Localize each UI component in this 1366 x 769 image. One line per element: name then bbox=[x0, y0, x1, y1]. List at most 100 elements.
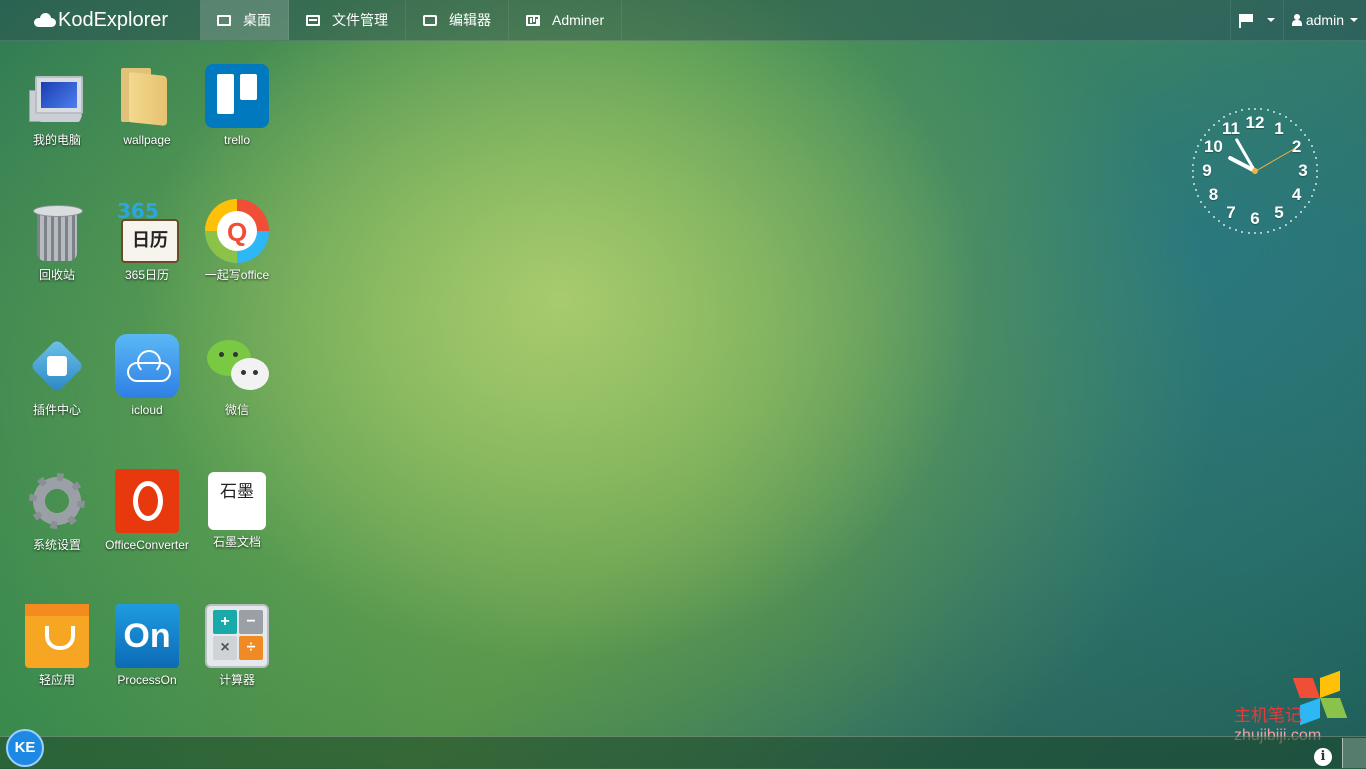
clock-widget[interactable]: 12 1 2 3 4 5 6 7 8 9 10 11 bbox=[1190, 104, 1320, 234]
clock-center bbox=[1252, 168, 1258, 174]
desktop-icon-processon[interactable]: On ProcessOn bbox=[102, 604, 192, 689]
desktop-icon-365-calendar[interactable]: 日历 365 365日历 bbox=[102, 199, 192, 284]
clock-tick bbox=[1212, 123, 1215, 126]
calculator-icon: + − × ÷ bbox=[205, 604, 269, 668]
nav-editor-label: 编辑器 bbox=[449, 12, 491, 28]
clock-tick bbox=[1307, 139, 1310, 141]
clock-tick bbox=[1217, 119, 1220, 122]
clock-tick bbox=[1192, 163, 1195, 166]
clock-tick bbox=[1314, 182, 1317, 185]
office-q-icon: Q bbox=[205, 199, 269, 263]
nav-adminer[interactable]: Adminer bbox=[509, 0, 623, 40]
nav-editor[interactable]: 编辑器 bbox=[406, 0, 509, 40]
info-icon[interactable]: i bbox=[1314, 748, 1332, 766]
chevron-down-icon bbox=[1266, 18, 1275, 22]
trash-icon bbox=[25, 199, 89, 263]
clock-tick bbox=[1195, 189, 1198, 192]
clock-tick bbox=[1315, 176, 1318, 179]
user-nav: admin bbox=[1229, 0, 1366, 40]
clock-tick bbox=[1273, 228, 1276, 231]
clock-tick bbox=[1254, 108, 1256, 110]
desktop-icon-office-converter[interactable]: OfficeConverter bbox=[102, 469, 192, 554]
clock-tick bbox=[1314, 157, 1317, 160]
clock-tick bbox=[1241, 109, 1244, 112]
desktop-icon-wechat[interactable]: 微信 bbox=[192, 334, 282, 419]
clock-number: 8 bbox=[1208, 185, 1219, 204]
processon-icon: On bbox=[115, 604, 179, 668]
desktop-icon-office-together[interactable]: Q 一起写office bbox=[192, 199, 282, 284]
desktop-icon-wallpage[interactable]: wallpage bbox=[102, 64, 192, 149]
clock-tick bbox=[1260, 108, 1263, 111]
main-nav: 桌面 文件管理 编辑器 Adminer bbox=[200, 0, 623, 40]
clock-tick bbox=[1223, 116, 1225, 119]
taskbar bbox=[0, 736, 1366, 769]
clock-tick bbox=[1223, 223, 1225, 226]
chart-icon bbox=[526, 14, 540, 26]
desktop-icon-label: 365日历 bbox=[124, 268, 170, 282]
desktop-icon-icloud[interactable]: icloud bbox=[102, 334, 192, 419]
desktop-icon-label: 回收站 bbox=[38, 268, 75, 282]
clock-tick bbox=[1290, 220, 1293, 223]
clock-number: 1 bbox=[1274, 119, 1284, 139]
desktop-icon-label: 轻应用 bbox=[38, 673, 75, 687]
user-name: admin bbox=[1305, 12, 1344, 28]
desktop-icon-label: wallpage bbox=[123, 133, 171, 147]
clock-tick bbox=[1285, 116, 1287, 119]
clock-tick bbox=[1200, 139, 1203, 141]
brand-logo[interactable]: KodExplorer bbox=[0, 0, 200, 40]
start-button[interactable]: KE bbox=[6, 729, 44, 767]
clock-number: 10 bbox=[1203, 137, 1223, 156]
chevron-down-icon bbox=[1350, 18, 1358, 22]
clock-tick bbox=[1193, 157, 1196, 160]
clock-number: 3 bbox=[1298, 161, 1308, 180]
icloud-icon bbox=[115, 334, 179, 398]
nav-desktop-label: 桌面 bbox=[243, 12, 271, 28]
desktop-icon-recycle-bin[interactable]: 回收站 bbox=[12, 199, 102, 284]
plugin-icon bbox=[25, 334, 89, 398]
trello-icon bbox=[205, 64, 269, 128]
clock-tick bbox=[1192, 176, 1195, 179]
clock-tick bbox=[1212, 216, 1215, 219]
desktop-icon-shimo-docs[interactable]: 石墨 石墨文档 bbox=[192, 469, 282, 551]
desktop-icon-label: 插件中心 bbox=[32, 403, 81, 417]
clock-tick bbox=[1307, 201, 1310, 203]
shopping-bag-icon bbox=[25, 604, 89, 668]
clock-tick bbox=[1295, 123, 1298, 126]
clock-tick bbox=[1266, 230, 1269, 233]
desktop-icon-trello[interactable]: trello bbox=[192, 64, 282, 149]
computer-icon bbox=[25, 64, 89, 128]
clock-tick bbox=[1247, 108, 1250, 111]
desktop-icon-light-app[interactable]: 轻应用 bbox=[12, 604, 102, 689]
clock-tick bbox=[1197, 144, 1200, 147]
desktop-icon-label: 微信 bbox=[224, 403, 249, 417]
shimo-icon: 石墨 bbox=[208, 472, 266, 530]
desktop-icon-plugin-center[interactable]: 插件中心 bbox=[12, 334, 102, 419]
desktop-icon-label: 系统设置 bbox=[32, 538, 81, 552]
monitor-icon bbox=[217, 14, 231, 26]
nav-desktop[interactable]: 桌面 bbox=[200, 0, 289, 40]
clock-tick bbox=[1203, 133, 1206, 136]
language-dropdown[interactable] bbox=[1229, 0, 1283, 40]
user-dropdown[interactable]: admin bbox=[1282, 0, 1366, 40]
clock-number: 5 bbox=[1274, 202, 1284, 222]
clock-tick bbox=[1310, 195, 1313, 198]
clock-tick bbox=[1315, 163, 1318, 166]
nav-file-manager[interactable]: 文件管理 bbox=[289, 0, 406, 40]
desktop-icon-my-computer[interactable]: 我的电脑 bbox=[12, 64, 102, 149]
clock-tick bbox=[1266, 109, 1269, 112]
clock-tick bbox=[1310, 144, 1313, 147]
clock-tick bbox=[1217, 220, 1220, 223]
desktop-icon-label: trello bbox=[223, 133, 250, 147]
clock-tick bbox=[1304, 206, 1307, 209]
desktop-icon-label: 一起写office bbox=[204, 268, 270, 282]
show-desktop-button[interactable] bbox=[1342, 738, 1366, 768]
desktop-icon-system-settings[interactable]: 系统设置 bbox=[12, 469, 102, 554]
file-manager-icon bbox=[306, 14, 320, 26]
clock-tick bbox=[1260, 231, 1263, 234]
clock-tick bbox=[1228, 113, 1231, 116]
watermark-line1: 主机笔记 bbox=[1234, 706, 1302, 725]
gear-icon bbox=[25, 469, 89, 533]
clock-number: 2 bbox=[1291, 137, 1302, 156]
brand-name: KodExplorer bbox=[58, 8, 169, 31]
desktop-icon-calculator[interactable]: + − × ÷ 计算器 bbox=[192, 604, 282, 689]
